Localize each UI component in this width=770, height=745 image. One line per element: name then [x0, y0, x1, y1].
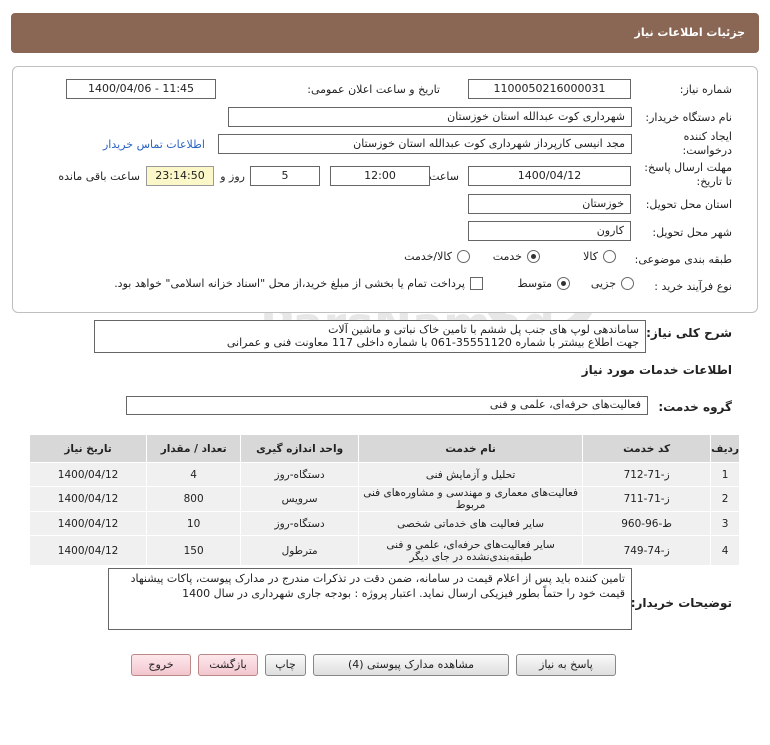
- table-row: 2 ز-71-711 فعالیت‌های معماری و مهندسی و …: [28, 486, 740, 512]
- creator-label: ایجاد کننده درخواست:: [682, 130, 732, 157]
- payment-note: پرداخت تمام یا بخشی از مبلغ خرید،از محل …: [114, 277, 465, 290]
- need-number-field: 1100050216000031: [468, 79, 631, 99]
- deadline-time-label: ساعت: [429, 170, 459, 183]
- category-option-goods[interactable]: کالا: [583, 250, 616, 263]
- service-group-field: فعالیت‌های حرفه‌ای، علمی و فنی: [126, 396, 648, 415]
- category-option-goods-service[interactable]: کالا/خدمت: [404, 250, 470, 263]
- cell-row-number: 4: [710, 535, 740, 566]
- column-header: نام خدمت: [358, 434, 584, 463]
- cell-quantity: 10: [146, 511, 242, 536]
- cell-row-number: 2: [710, 486, 740, 512]
- radio-icon: [603, 250, 616, 263]
- radio-icon: [457, 250, 470, 263]
- exit-button[interactable]: خروج: [131, 654, 191, 676]
- category-label: طبقه بندی موضوعی:: [634, 253, 732, 266]
- deadline-date-field: 1400/04/12: [468, 166, 631, 186]
- radio-selected-icon: [527, 250, 540, 263]
- cell-quantity: 800: [146, 486, 242, 512]
- cell-need-date: 1400/04/12: [28, 535, 148, 566]
- city-label: شهر محل تحویل:: [652, 226, 732, 239]
- summary-line-1: ساماندهی لوپ های جنب پل ششم با تامین خاک…: [328, 323, 639, 336]
- deadline-time-field: 12:00: [330, 166, 430, 186]
- contact-info-link[interactable]: اطلاعات تماس خریدار: [103, 138, 205, 151]
- page-title: جزئیات اطلاعات نیاز: [634, 26, 746, 39]
- cell-service-name: سایر فعالیت های خدماتی شخصی: [358, 511, 584, 536]
- reply-button[interactable]: پاسخ به نیاز: [516, 654, 616, 676]
- announce-date-label: تاریخ و ساعت اعلان عمومی:: [307, 83, 440, 96]
- buyer-org-label: نام دستگاه خریدار:: [645, 111, 732, 124]
- cell-row-number: 3: [710, 511, 740, 536]
- need-number-label: شماره نیاز:: [679, 83, 732, 96]
- city-field: کارون: [468, 221, 631, 241]
- category-option-label: خدمت: [492, 250, 522, 263]
- cell-row-number: 1: [710, 462, 740, 487]
- info-panel: [12, 66, 758, 313]
- process-option-label: جزیی: [590, 277, 616, 290]
- services-table: ردیف کد خدمت نام خدمت واحد اندازه گیری ت…: [28, 434, 740, 566]
- table-row: 3 ط-96-960 سایر فعالیت های خدماتی شخصی د…: [28, 511, 740, 536]
- announce-date-field: 1400/04/06 - 11:45: [66, 79, 216, 99]
- back-button[interactable]: بازگشت: [198, 654, 258, 676]
- header-bar: جزئیات اطلاعات نیاز: [11, 13, 759, 53]
- buyer-notes-box: تامین کننده باید پس از اعلام قیمت در سام…: [108, 568, 632, 630]
- payment-treasury-checkbox[interactable]: پرداخت تمام یا بخشی از مبلغ خرید،از محل …: [114, 277, 483, 290]
- process-label: نوع فرآیند خرید :: [654, 280, 732, 293]
- remaining-time-label: ساعت باقی مانده: [58, 170, 140, 183]
- province-field: خوزستان: [468, 194, 631, 214]
- summary-box: ساماندهی لوپ های جنب پل ششم با تامین خاک…: [94, 320, 646, 353]
- process-option-label: متوسط: [517, 277, 552, 290]
- cell-unit: دستگاه-روز: [240, 462, 360, 487]
- view-attachments-button[interactable]: مشاهده مدارک پیوستی (4): [313, 654, 509, 676]
- column-header: تاریخ نیاز: [28, 434, 148, 463]
- cell-unit: سرویس: [240, 486, 360, 512]
- cell-unit: دستگاه-روز: [240, 511, 360, 536]
- table-row: 4 ز-74-749 سایر فعالیت‌های حرفه‌ای، علمی…: [28, 535, 740, 566]
- cell-service-name: تحلیل و آزمایش فنی: [358, 462, 584, 487]
- cell-need-date: 1400/04/12: [28, 486, 148, 512]
- province-label: استان محل تحویل:: [645, 198, 732, 211]
- category-option-service[interactable]: خدمت: [493, 250, 540, 263]
- remaining-time-field: 23:14:50: [146, 166, 214, 186]
- service-group-label: گروه خدمت:: [658, 400, 732, 414]
- creator-field: مجد انیسی کارپرداز شهرداری کوت عبدالله ا…: [218, 134, 632, 154]
- cell-unit: مترطول: [240, 535, 360, 566]
- cell-quantity: 150: [146, 535, 242, 566]
- summary-line-2: جهت اطلاع بیشتر با شماره 35551120-061 با…: [226, 336, 639, 349]
- column-header: ردیف: [710, 434, 740, 463]
- cell-need-date: 1400/04/12: [28, 462, 148, 487]
- cell-service-name: سایر فعالیت‌های حرفه‌ای، علمی و فنی طبقه…: [358, 535, 584, 566]
- days-label: روز و: [220, 170, 245, 183]
- column-header: تعداد / مقدار: [146, 434, 242, 463]
- column-header: کد خدمت: [582, 434, 712, 463]
- table-row: 1 ز-71-712 تحلیل و آزمایش فنی دستگاه-روز…: [28, 462, 740, 487]
- category-option-label: کالا: [583, 250, 598, 263]
- cell-service-code: ز-71-712: [582, 462, 712, 487]
- checkbox-icon: [470, 277, 483, 290]
- deadline-label: مهلت ارسال پاسخ: تا تاریخ:: [644, 161, 732, 188]
- table-header-row: ردیف کد خدمت نام خدمت واحد اندازه گیری ت…: [28, 434, 740, 463]
- radio-selected-icon: [557, 277, 570, 290]
- radio-icon: [621, 277, 634, 290]
- cell-service-name: فعالیت‌های معماری و مهندسی و مشاوره‌های …: [358, 486, 584, 512]
- category-option-label: کالا/خدمت: [404, 250, 452, 263]
- buyer-notes-label: توضیحات خریدار:: [630, 596, 732, 610]
- cell-need-date: 1400/04/12: [28, 511, 148, 536]
- summary-label: شرح کلی نیاز:: [646, 326, 732, 340]
- buyer-org-field: شهرداری کوت عبدالله استان خوزستان: [228, 107, 632, 127]
- cell-service-code: ز-74-749: [582, 535, 712, 566]
- process-option-medium[interactable]: متوسط: [517, 277, 570, 290]
- cell-quantity: 4: [146, 462, 242, 487]
- services-section-title: اطلاعات خدمات مورد نیاز: [581, 363, 732, 377]
- cell-service-code: ط-96-960: [582, 511, 712, 536]
- print-button[interactable]: چاپ: [265, 654, 306, 676]
- days-remaining-field: 5: [250, 166, 320, 186]
- cell-service-code: ز-71-711: [582, 486, 712, 512]
- column-header: واحد اندازه گیری: [240, 434, 360, 463]
- process-option-minor[interactable]: جزیی: [591, 277, 634, 290]
